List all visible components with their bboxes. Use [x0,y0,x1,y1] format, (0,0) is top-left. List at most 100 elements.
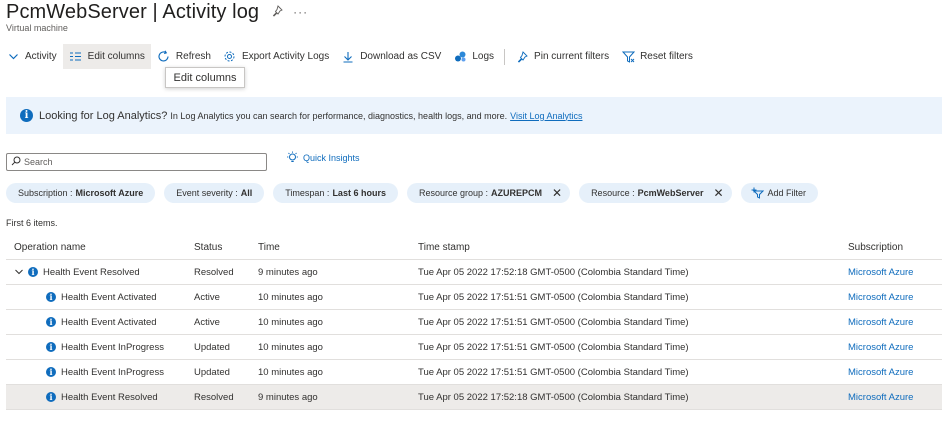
timestamp-cell: Tue Apr 05 2022 17:51:51 GMT-0500 (Colom… [418,316,689,328]
subscription-link[interactable]: Microsoft Azure [840,367,940,378]
operation-cell: i Health Event Resolved [6,267,186,278]
chevron-down-icon[interactable] [14,267,24,277]
column-header-time[interactable]: Time [250,242,410,253]
filter-pill-event-severity[interactable]: Event severity : All [164,183,265,203]
info-icon: i [46,392,56,402]
filter-value: All [240,188,253,198]
time-cell: 9 minutes ago [258,266,318,278]
table-row[interactable]: i Health Event InProgress Updated 10 min… [6,360,942,385]
pin-icon[interactable] [271,4,283,20]
search-input[interactable] [24,157,254,167]
refresh-button[interactable]: Refresh [151,44,217,69]
table-header: Operation name Status Time Time stamp Su… [6,235,942,260]
table-row[interactable]: i Health Event Activated Active 10 minut… [6,310,942,335]
pin-icon [515,50,529,64]
quick-insights-label: Quick Insights [303,152,360,163]
subscription-link[interactable]: Microsoft Azure [840,317,940,328]
filter-key: Resource : [591,188,635,198]
banner-text: In Log Analytics you can search for perf… [170,110,508,121]
remove-filter-close-icon[interactable]: ✕ [552,186,562,200]
timestamp-cell: Tue Apr 05 2022 17:51:51 GMT-0500 (Colom… [418,341,689,353]
add-filter-label: Add Filter [767,188,807,198]
filter-value: PcmWebServer [637,188,704,198]
operation-cell: i Health Event Resolved [6,392,186,403]
command-bar: Activity Edit columns Refresh Export Act… [0,44,942,69]
status-cell: Updated [194,366,230,378]
status-cell: Active [194,316,220,328]
lightbulb-icon [286,151,299,164]
table-row-selected[interactable]: i Health Event Resolved Resolved 9 minut… [6,385,942,410]
filter-reset-icon [621,50,635,64]
table-row[interactable]: i Health Event Resolved Resolved 9 minut… [6,260,942,285]
pin-current-filters-button[interactable]: Pin current filters [509,44,615,69]
timestamp-cell: Tue Apr 05 2022 17:52:18 GMT-0500 (Colom… [418,266,689,278]
filter-value: Microsoft Azure [75,188,144,198]
refresh-icon [157,50,171,64]
reset-filters-button[interactable]: Reset filters [615,44,699,69]
item-count: First 6 items. [6,218,58,228]
operation-cell: i Health Event Activated [6,317,186,328]
add-filter-button[interactable]: Add Filter [740,183,819,203]
logs-button[interactable]: Logs [447,44,500,69]
activity-table: Operation name Status Time Time stamp Su… [6,235,942,410]
info-icon: i [46,367,56,377]
column-header-subscription[interactable]: Subscription [840,242,940,253]
status-cell: Updated [194,341,230,353]
filter-pill-timespan[interactable]: Timespan : Last 6 hours [273,183,398,203]
banner-heading: Looking for Log Analytics? [39,109,168,122]
status-cell: Resolved [194,266,234,278]
time-cell: 9 minutes ago [258,391,318,403]
logs-label: Logs [472,51,495,62]
time-cell: 10 minutes ago [258,316,323,328]
operation-cell: i Health Event Activated [6,292,186,303]
operation-name: Health Event InProgress [61,366,164,378]
activity-dropdown-button[interactable]: Activity [0,44,63,69]
column-header-operation[interactable]: Operation name [6,242,186,253]
column-header-timestamp[interactable]: Time stamp [410,242,840,253]
timestamp-cell: Tue Apr 05 2022 17:51:51 GMT-0500 (Colom… [418,291,689,303]
filter-pill-resource-group[interactable]: Resource group : AZUREPCM ✕ [406,183,571,203]
edit-columns-button[interactable]: Edit columns [62,44,151,69]
subscription-link[interactable]: Microsoft Azure [840,392,940,403]
title-row: PcmWebServer | Activity log ··· [6,0,308,24]
table-row[interactable]: i Health Event Activated Active 10 minut… [6,285,942,310]
page-subtitle: Virtual machine [6,23,68,33]
pin-filters-label: Pin current filters [534,51,610,62]
remove-filter-close-icon[interactable]: ✕ [713,186,723,200]
operation-cell: i Health Event InProgress [6,342,186,353]
reset-filters-label: Reset filters [640,51,693,62]
subscription-link[interactable]: Microsoft Azure [840,267,940,278]
filter-value: Last 6 hours [332,188,386,198]
visit-log-analytics-link[interactable]: Visit Log Analytics [510,111,582,121]
timestamp-cell: Tue Apr 05 2022 17:51:51 GMT-0500 (Colom… [418,366,689,378]
filter-pill-subscription[interactable]: Subscription : Microsoft Azure [6,183,156,203]
info-icon: i [46,317,56,327]
subscription-link[interactable]: Microsoft Azure [840,342,940,353]
timestamp-cell: Tue Apr 05 2022 17:52:18 GMT-0500 (Colom… [418,391,689,403]
filter-pill-resource[interactable]: Resource : PcmWebServer ✕ [579,183,732,203]
quick-insights-link[interactable]: Quick Insights [286,151,360,164]
export-activity-logs-button[interactable]: Export Activity Logs [217,44,335,69]
download-label: Download as CSV [360,51,442,62]
download-csv-button[interactable]: Download as CSV [335,44,447,69]
more-options-button[interactable]: ··· [293,5,308,19]
info-icon: i [28,267,38,277]
column-header-status[interactable]: Status [186,242,250,253]
operation-name: Health Event Activated [61,291,157,303]
subscription-link[interactable]: Microsoft Azure [840,292,940,303]
columns-icon [69,50,83,64]
page-title: PcmWebServer | Activity log [6,0,260,23]
operation-name: Health Event Activated [61,316,157,328]
chevron-down-icon [6,50,20,64]
refresh-label: Refresh [175,51,211,62]
info-icon: i [46,292,56,302]
log-analytics-banner: i Looking for Log Analytics? In Log Anal… [6,97,942,134]
search-box[interactable] [6,153,267,171]
edit-columns-label: Edit columns [87,51,145,62]
search-icon [11,153,21,171]
table-row[interactable]: i Health Event InProgress Updated 10 min… [6,335,942,360]
filter-key: Event severity : [176,188,238,198]
filter-key: Timespan : [285,188,330,198]
info-icon: i [46,342,56,352]
time-cell: 10 minutes ago [258,341,323,353]
